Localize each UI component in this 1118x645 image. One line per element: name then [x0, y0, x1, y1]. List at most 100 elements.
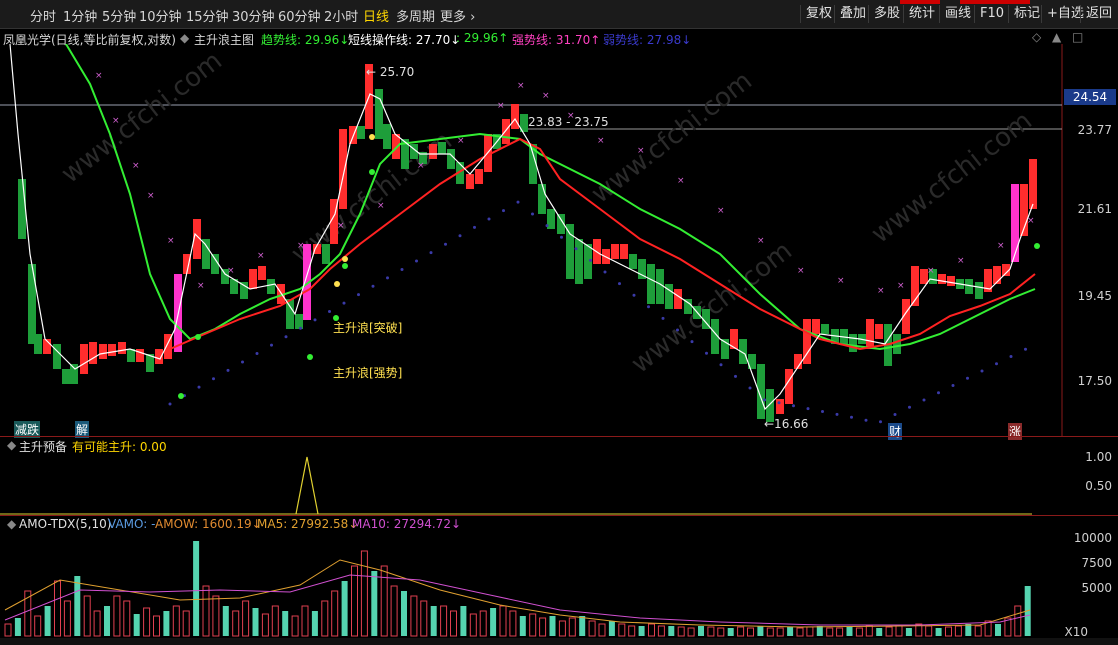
weak-line-marker [255, 352, 259, 356]
volume-bar [93, 610, 101, 637]
volume-bar [469, 613, 477, 637]
volume-bar [965, 624, 972, 636]
close-panel-icon[interactable]: □ [1072, 30, 1083, 44]
price-chart[interactable]: www.cfchi.comwww.cfchi.com www.cfchi.com w… [0, 44, 1118, 436]
expand-icon[interactable]: ▲ [1052, 30, 1061, 44]
period-tab-multi[interactable]: 多周期 [396, 6, 435, 25]
strong-line-marker: × [757, 236, 765, 246]
watermark-text: www.cfchi.com [586, 66, 758, 210]
weak-line-marker [545, 224, 549, 228]
weak-line-marker [589, 258, 592, 262]
volume-bar [766, 627, 774, 637]
volume-bar [945, 626, 952, 637]
strong-line-marker: × [717, 206, 725, 216]
y-tick-1: 23.77 [1077, 123, 1112, 137]
toolbar-accent [900, 0, 940, 4]
weak-line-marker [487, 217, 491, 221]
volume-bar [816, 626, 823, 636]
multi-stock-button[interactable]: 多股 [868, 5, 905, 23]
candle [383, 124, 391, 149]
candle [812, 319, 820, 334]
trend-line [65, 44, 1036, 351]
volume-bar [727, 628, 734, 636]
weak-line-marker [777, 401, 781, 405]
diamond-icon[interactable]: ◇ [1032, 30, 1041, 44]
period-tab-5min[interactable]: 5分钟 [102, 6, 136, 25]
candle [118, 342, 126, 354]
candle [89, 342, 97, 364]
weak-line-marker [429, 251, 433, 255]
fuquan-button[interactable]: 复权 [800, 5, 837, 23]
current-price-badge: 24.54 [1064, 89, 1116, 105]
y-tick-3: 19.45 [1077, 289, 1112, 303]
volume-bar [529, 613, 537, 637]
vol-y-tick-1: 10000 [1073, 531, 1112, 545]
volume-bar [182, 610, 190, 637]
volume-bar [855, 627, 863, 637]
candle [62, 369, 70, 384]
volume-bar [301, 605, 309, 637]
period-tab-timeshare[interactable]: 分时 [30, 6, 56, 25]
weak-line-marker [473, 225, 476, 229]
date-axis-strip [0, 638, 1118, 645]
strong-line-marker: × [957, 256, 965, 266]
signal-dot [369, 134, 375, 140]
candle [258, 266, 266, 280]
period-tab-2hour[interactable]: 2小时 [324, 6, 358, 25]
panel-divider-2 [0, 515, 1118, 516]
period-tab-more[interactable]: 更多 › [440, 6, 475, 25]
volume-bar [836, 627, 844, 637]
candle [18, 179, 26, 239]
back-button[interactable]: 返回 [1080, 5, 1117, 23]
weak-line-marker [951, 384, 955, 387]
amow-value: AMOW: 1600.19↓ [155, 517, 262, 531]
strong-line-marker: × [637, 146, 645, 156]
period-tab-10min[interactable]: 10分钟 [139, 6, 182, 25]
mark-button[interactable]: 标记 [1008, 5, 1045, 23]
weak-line-marker [212, 377, 215, 381]
volume-bar [54, 580, 61, 637]
weak-line-marker [531, 212, 534, 216]
volume-bar [460, 606, 467, 636]
volume-bar [974, 625, 982, 637]
weak-line-marker [516, 200, 520, 204]
weak-line-marker [879, 420, 882, 424]
candle [1011, 184, 1019, 262]
draw-line-button[interactable]: 画线 [939, 5, 976, 23]
event-tag-4[interactable]: 涨 [1008, 423, 1023, 440]
strong-line-marker: × [927, 266, 935, 276]
candle [202, 239, 210, 269]
overlay-button[interactable]: 叠加 [834, 5, 871, 23]
candle [620, 244, 628, 259]
weak-line-marker [734, 374, 737, 378]
period-tab-15min[interactable]: 15分钟 [186, 6, 229, 25]
candle [674, 289, 682, 309]
weak-line-marker [386, 276, 389, 280]
volume-bar [608, 621, 615, 636]
low-price-annotation: ←16.66 [764, 417, 809, 431]
volume-bar [568, 617, 576, 637]
event-tag-3[interactable]: 财 [888, 423, 903, 440]
weak-line-marker [458, 234, 462, 238]
signal-dot [1034, 243, 1040, 249]
candle [566, 224, 574, 279]
period-tab-daily[interactable]: 日线 [363, 6, 389, 25]
period-tab-30min[interactable]: 30分钟 [232, 6, 275, 25]
period-tab-60min[interactable]: 60分钟 [278, 6, 321, 25]
volume-bar [321, 600, 329, 637]
ma10-line [4, 574, 1031, 626]
strong-line-marker: × [597, 136, 605, 146]
weak-line-marker [792, 404, 795, 408]
candle [249, 269, 257, 289]
f10-button[interactable]: F10 [974, 5, 1009, 23]
stats-button[interactable]: 统计 [903, 5, 940, 23]
candle [947, 276, 955, 286]
volume-chart[interactable] [0, 530, 1060, 638]
volume-bar [865, 625, 873, 637]
signal-chart[interactable] [0, 452, 1060, 516]
period-tab-1min[interactable]: 1分钟 [63, 6, 97, 25]
volume-bar [628, 625, 636, 637]
volume-bar [172, 605, 180, 637]
strong-line-marker: × [197, 281, 205, 291]
ma10-value: MA10: 27294.72↓ [352, 517, 462, 531]
